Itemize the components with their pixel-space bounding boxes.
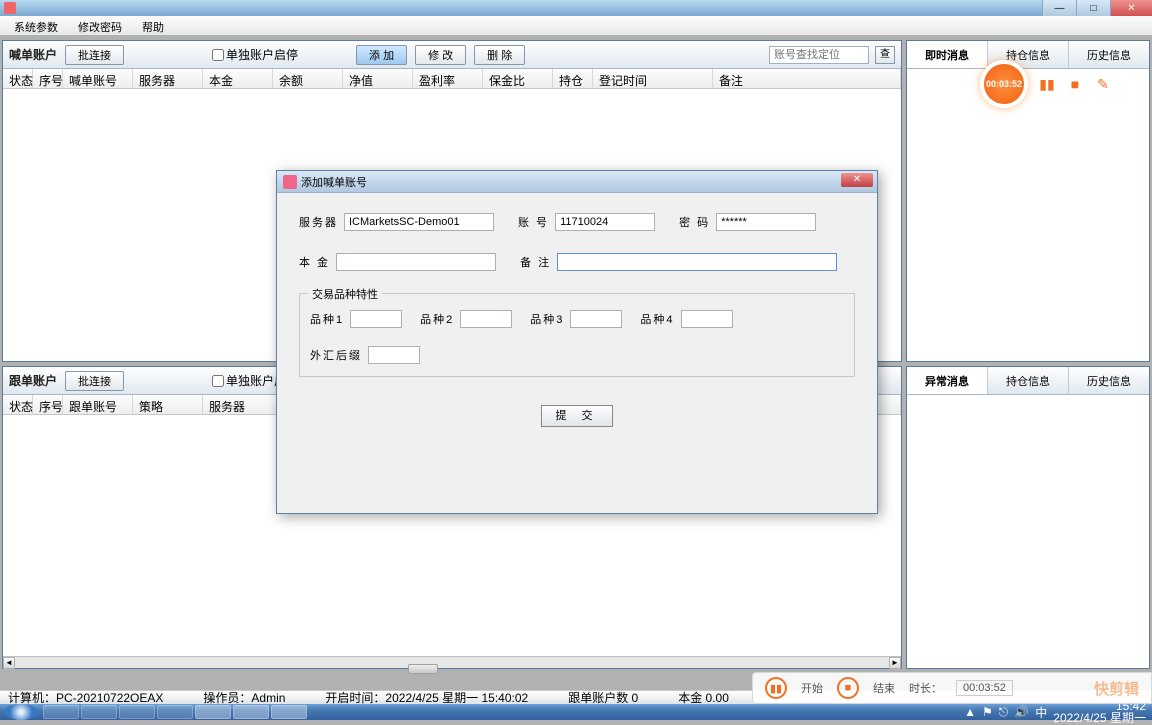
server-label: 服务器	[299, 214, 338, 230]
main-area: 喊单账户 批连接 单独账户启停 添 加 修 改 删 除 查 状态 序号 喊单账号…	[0, 36, 1152, 690]
batch-connect-button[interactable]: 批连接	[65, 45, 124, 65]
taskbar-app3-icon[interactable]	[157, 705, 193, 719]
menu-system-params[interactable]: 系统参数	[4, 16, 68, 35]
server-input[interactable]	[344, 213, 494, 231]
start-button[interactable]	[4, 704, 38, 720]
dialog-titlebar[interactable]: 添加喊单账号 ✕	[277, 171, 877, 193]
search-button[interactable]: 查	[875, 46, 895, 64]
add-button[interactable]: 添 加	[356, 45, 407, 65]
sym1-input[interactable]	[350, 310, 402, 328]
sym2-input[interactable]	[460, 310, 512, 328]
menubar: 系统参数 修改密码 帮助	[0, 16, 1152, 36]
add-signal-account-dialog: 添加喊单账号 ✕ 服务器 账 号 密 码 本 金	[276, 170, 878, 514]
horizontal-scrollbar[interactable]: ◄ ►	[3, 656, 901, 668]
signal-toolbar: 喊单账户 批连接 单独账户启停 添 加 修 改 删 除 查	[3, 41, 901, 69]
recording-edit-button[interactable]: ✎	[1094, 75, 1112, 93]
dialog-title-text: 添加喊单账号	[301, 174, 367, 190]
tray-flag-icon[interactable]: ⚑	[982, 705, 993, 719]
tab-history-info-2[interactable]: 历史信息	[1069, 367, 1149, 394]
capital-label: 本 金	[299, 254, 330, 270]
info-bottom-body	[907, 395, 1149, 668]
dialog-body: 服务器 账 号 密 码 本 金 备 注	[277, 193, 877, 447]
recording-widget[interactable]: 00:03:52 ▮▮ ■ ✎	[980, 60, 1112, 108]
account-search-input[interactable]	[769, 46, 869, 64]
sym4-input[interactable]	[681, 310, 733, 328]
tray-ime-icon[interactable]: 中	[1035, 704, 1047, 721]
rec-ctrl-stop-button[interactable]: ■	[837, 677, 859, 699]
taskbar-app6-icon[interactable]	[271, 705, 307, 719]
minimize-button[interactable]: —	[1042, 0, 1076, 16]
capital-input[interactable]	[336, 253, 496, 271]
info-panel-bottom: 异常消息 持仓信息 历史信息	[906, 366, 1150, 669]
tray-network-icon[interactable]: ⎋	[999, 705, 1009, 720]
single-account-toggle-checkbox[interactable]: 单独账户启停	[212, 46, 298, 63]
signal-panel-title: 喊单账户	[9, 46, 57, 63]
password-input[interactable]	[716, 213, 816, 231]
rec-ctrl-end-label: 结束	[873, 680, 895, 696]
menu-help[interactable]: 帮助	[132, 16, 174, 35]
symbol-fieldset: 交易品种特性 品种1 品种2 品种3 品种4 外汇后缀	[299, 293, 855, 377]
taskbar-app-icon[interactable]	[81, 705, 117, 719]
password-label: 密 码	[679, 214, 710, 230]
sym3-input[interactable]	[570, 310, 622, 328]
submit-button[interactable]: 提 交	[541, 405, 613, 427]
tab-position-info-2[interactable]: 持仓信息	[988, 367, 1069, 394]
taskbar-app2-icon[interactable]	[119, 705, 155, 719]
recording-pause-button[interactable]: ▮▮	[1038, 75, 1056, 93]
account-input[interactable]	[555, 213, 655, 231]
rec-ctrl-start-label: 开始	[801, 680, 823, 696]
symbol-legend: 交易品种特性	[308, 286, 382, 302]
recording-timer-badge: 00:03:52	[980, 60, 1028, 108]
follow-panel-title: 跟单账户	[9, 372, 57, 389]
rec-ctrl-dur-label: 时长：	[909, 680, 942, 696]
info-top-body	[907, 69, 1149, 361]
taskbar-app5-icon[interactable]	[233, 705, 269, 719]
sym2-label: 品种2	[420, 311, 454, 327]
dialog-close-button[interactable]: ✕	[841, 173, 873, 187]
sym4-label: 品种4	[640, 311, 674, 327]
recorder-logo: 快剪辑	[1094, 678, 1139, 699]
dialog-icon	[283, 175, 297, 189]
tray-expand-icon[interactable]: ▲	[964, 705, 976, 719]
taskbar-app4-icon[interactable]	[195, 705, 231, 719]
tab-exception-msg[interactable]: 异常消息	[907, 367, 988, 394]
account-label: 账 号	[518, 214, 549, 230]
follow-batch-connect-button[interactable]: 批连接	[65, 371, 124, 391]
sym3-label: 品种3	[530, 311, 564, 327]
taskbar-explorer-icon[interactable]	[43, 705, 79, 719]
window-titlebar: — □ ✕	[0, 0, 1152, 16]
edit-button[interactable]: 修 改	[415, 45, 466, 65]
recording-stop-button[interactable]: ■	[1066, 75, 1084, 93]
follow-single-account-toggle-input[interactable]	[212, 375, 224, 387]
note-label: 备 注	[520, 254, 551, 270]
app-icon	[4, 2, 16, 14]
scroll-right-button[interactable]: ►	[889, 657, 901, 669]
scroll-thumb[interactable]	[408, 664, 438, 674]
windows-taskbar: ▲ ⚑ ⎋ 🔊 中 15:42 2022/4/25 星期一	[0, 704, 1152, 720]
delete-button[interactable]: 删 除	[474, 45, 525, 65]
note-input[interactable]	[557, 253, 837, 271]
tab-realtime-msg[interactable]: 即时消息	[907, 41, 988, 68]
signal-column-headers: 状态 序号 喊单账号 服务器 本金 余额 净值 盈利率 保金比 持仓 登记时间 …	[3, 69, 901, 89]
scroll-left-button[interactable]: ◄	[3, 657, 15, 669]
tray-volume-icon[interactable]: 🔊	[1014, 705, 1029, 719]
close-button[interactable]: ✕	[1110, 0, 1152, 16]
single-account-toggle-input[interactable]	[212, 49, 224, 61]
sym1-label: 品种1	[310, 311, 344, 327]
recording-controls-bar: ▮▮ 开始 ■ 结束 时长： 00:03:52 快剪辑	[752, 672, 1152, 704]
fx-suffix-label: 外汇后缀	[310, 347, 362, 363]
menu-change-password[interactable]: 修改密码	[68, 16, 132, 35]
info-bottom-tabs: 异常消息 持仓信息 历史信息	[907, 367, 1149, 395]
rec-ctrl-pause-button[interactable]: ▮▮	[765, 677, 787, 699]
rec-ctrl-dur-value: 00:03:52	[956, 680, 1013, 696]
maximize-button[interactable]: □	[1076, 0, 1110, 16]
fx-suffix-input[interactable]	[368, 346, 420, 364]
